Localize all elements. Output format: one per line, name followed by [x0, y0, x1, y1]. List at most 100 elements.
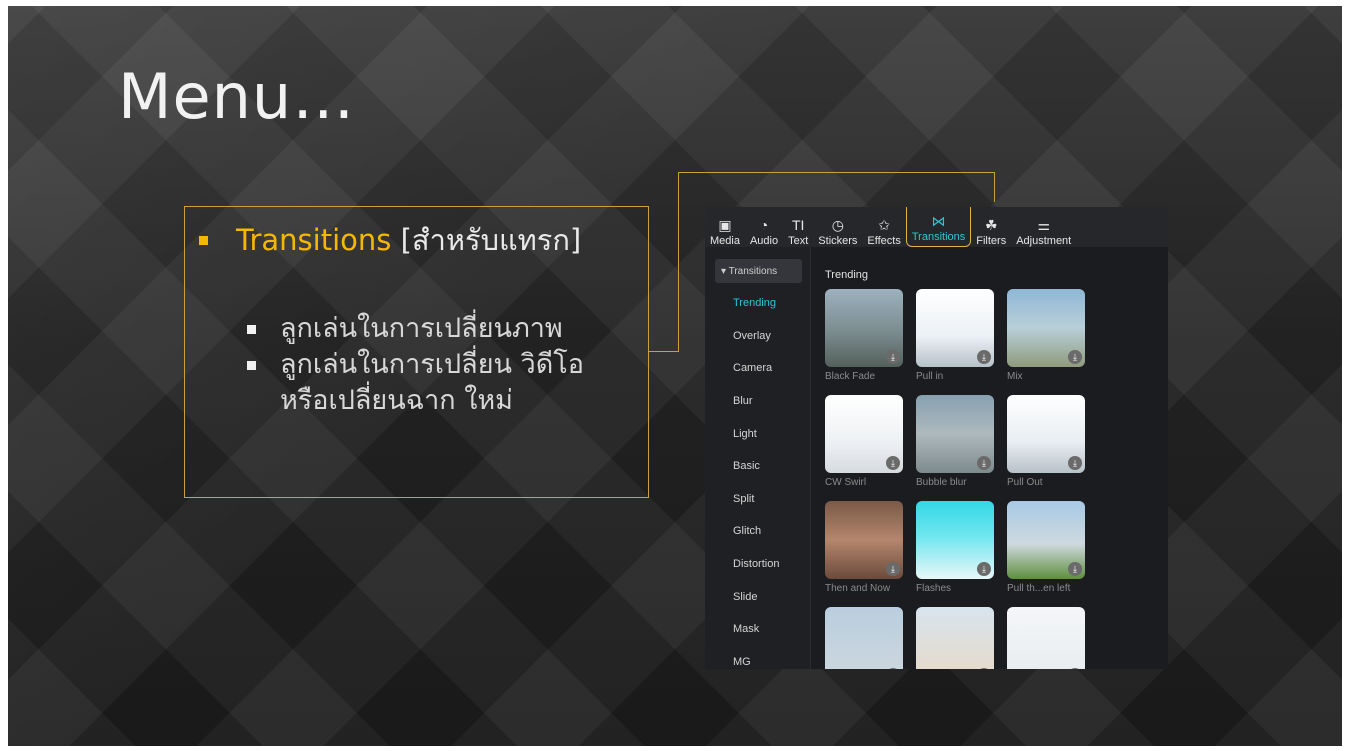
download-icon[interactable]: ⤓	[886, 562, 900, 576]
download-icon[interactable]: ⤓	[1068, 456, 1082, 470]
bullet-square-icon	[199, 235, 208, 245]
transition-caption: CW Swirl	[825, 477, 867, 488]
sidebar-item-mask[interactable]: Mask	[705, 613, 810, 646]
sidebar-item-camera[interactable]: Camera	[705, 352, 810, 385]
tab-label: Text	[788, 235, 809, 247]
transition-thumbnail[interactable]: ⤓	[825, 289, 903, 367]
sidebar-item-basic[interactable]: Basic	[705, 450, 810, 483]
media-icon: ▣	[718, 217, 732, 233]
bullet-square-icon	[247, 361, 256, 370]
sub-bullet-text: ลูกเล่นในการเปลี่ยนภาพ	[280, 313, 563, 344]
transition-caption: Flashes	[916, 583, 952, 594]
download-icon[interactable]: ⤓	[1068, 562, 1082, 576]
tab-media[interactable]: ▣ Media	[705, 209, 745, 247]
sidebar-item-slide[interactable]: Slide	[705, 580, 810, 613]
download-icon[interactable]: ⤓	[1068, 350, 1082, 364]
transition-caption: Pull in	[916, 371, 944, 382]
bullet-highlight: Transitions	[236, 223, 392, 257]
bullet-box: Transitions [สำหรับแทรก] ลูกเล่นในการเปล…	[184, 206, 649, 498]
transition-caption: Pull Out	[1007, 477, 1043, 488]
tab-label: Audio	[749, 235, 779, 247]
download-icon[interactable]: ⤓	[977, 456, 991, 470]
effects-icon: ✩	[878, 217, 890, 233]
sub-bullet-text: ลูกเล่นในการเปลี่ยน วิดีโอ หรือเปลี่ยนฉา…	[280, 349, 584, 416]
audio-icon: ◔	[759, 217, 769, 233]
tab-label: Transitions	[911, 231, 966, 243]
tab-stickers[interactable]: ◷ Stickers	[813, 209, 862, 247]
transition-item[interactable]: ⤓ Bubble blur	[916, 395, 994, 501]
tab-transitions[interactable]: ⋈ Transitions	[905, 207, 972, 247]
download-icon[interactable]: ⤓	[977, 562, 991, 576]
transition-item[interactable]: ⤓	[916, 607, 994, 669]
tab-label: Stickers	[818, 235, 858, 247]
sidebar-item-trending[interactable]: Trending	[705, 287, 810, 320]
filters-icon: ☘	[984, 217, 998, 233]
app-toolbar: ▣ Media ◔ Audio TI Text ◷ Stickers ✩ Effects ⋈ Tran…	[705, 207, 1168, 247]
tab-label: Effects	[867, 235, 901, 247]
sidebar-item-overlay[interactable]: Overlay	[705, 320, 810, 353]
transition-caption: Pull th...en left	[1007, 583, 1071, 594]
transition-item[interactable]: ⤓ CW Swirl	[825, 395, 903, 501]
sidebar-item-mg[interactable]: MG	[705, 646, 810, 669]
tab-text[interactable]: TI Text	[783, 209, 813, 247]
download-icon[interactable]: ⤓	[1068, 668, 1082, 669]
transition-caption: Black Fade	[825, 371, 876, 382]
transition-thumbnail[interactable]: ⤓	[825, 501, 903, 579]
text-icon: TI	[791, 217, 805, 233]
sidebar-item-distortion[interactable]: Distortion	[705, 548, 810, 581]
transition-thumbnail[interactable]: ⤓	[916, 607, 994, 669]
download-icon[interactable]: ⤓	[886, 350, 900, 364]
transition-thumbnail[interactable]: ⤓	[916, 501, 994, 579]
sub-bullet-item: ลูกเล่นในการเปลี่ยนภาพ	[247, 311, 647, 347]
sidebar-header[interactable]: ▾ Transitions	[715, 259, 802, 283]
transition-item[interactable]: ⤓ Mix	[1007, 289, 1085, 395]
bullet-rest: [สำหรับแทรก]	[391, 223, 582, 257]
sidebar-item-blur[interactable]: Blur	[705, 385, 810, 418]
sidebar-item-light[interactable]: Light	[705, 417, 810, 450]
tab-effects[interactable]: ✩ Effects	[862, 209, 905, 247]
transition-item[interactable]: ⤓ Pull Out	[1007, 395, 1085, 501]
transition-caption: Bubble blur	[916, 477, 967, 488]
transition-thumbnail[interactable]: ⤓	[825, 395, 903, 473]
transitions-icon: ⋈	[931, 213, 946, 229]
transition-caption: Mix	[1007, 371, 1023, 382]
transition-thumbnail[interactable]: ⤓	[1007, 501, 1085, 579]
transition-item[interactable]: ⤓	[825, 607, 903, 669]
transition-thumbnail[interactable]: ⤓	[1007, 289, 1085, 367]
transition-caption: Then and Now	[825, 583, 891, 594]
connector-line	[994, 172, 995, 202]
transition-item[interactable]: ⤓ Pull in	[916, 289, 994, 395]
adjustment-icon: ⚌	[1037, 217, 1050, 233]
transition-item[interactable]: ⤓ Pull th...en left	[1007, 501, 1085, 607]
transitions-sidebar: ▾ Transitions Trending Overlay Camera Blur L…	[705, 247, 811, 669]
tab-label: Adjustment	[1016, 235, 1072, 247]
bullet-square-icon	[247, 325, 256, 334]
transition-item[interactable]: ⤓ Then and Now	[825, 501, 903, 607]
transition-thumbnail[interactable]: ⤓	[916, 289, 994, 367]
sidebar-item-glitch[interactable]: Glitch	[705, 515, 810, 548]
tab-audio[interactable]: ◔ Audio	[745, 209, 783, 247]
transition-item[interactable]: ⤓ Black Fade	[825, 289, 903, 395]
stickers-icon: ◷	[831, 217, 844, 233]
main-bullet: Transitions [สำหรับแทรก]	[199, 217, 581, 263]
presentation-slide: Menu… Transitions [สำหรับแทรก] ลูกเล่นใน…	[8, 6, 1342, 746]
tab-adjustment[interactable]: ⚌ Adjustment	[1011, 209, 1076, 247]
transition-thumbnail[interactable]: ⤓	[825, 607, 903, 669]
tab-filters[interactable]: ☘ Filters	[971, 209, 1011, 247]
connector-line	[678, 172, 994, 173]
section-title: Trending	[825, 269, 869, 281]
transition-thumbnail[interactable]: ⤓	[916, 395, 994, 473]
sidebar-item-split[interactable]: Split	[705, 483, 810, 516]
transitions-panel: Trending ⤓ Black Fade ⤓ Pull in ⤓ Mix ⤓ CW Swir…	[811, 247, 1168, 669]
download-icon[interactable]: ⤓	[886, 668, 900, 669]
transition-grid: ⤓ Black Fade ⤓ Pull in ⤓ Mix ⤓ CW Swirl ⤓ Bubble …	[825, 289, 1165, 669]
transition-thumbnail[interactable]: ⤓	[1007, 395, 1085, 473]
transition-item[interactable]: ⤓ Flashes	[916, 501, 994, 607]
transition-item[interactable]: ⤓	[1007, 607, 1085, 669]
download-icon[interactable]: ⤓	[886, 456, 900, 470]
download-icon[interactable]: ⤓	[977, 350, 991, 364]
transition-thumbnail[interactable]: ⤓	[1007, 607, 1085, 669]
download-icon[interactable]: ⤓	[977, 668, 991, 669]
sub-bullet-item: ลูกเล่นในการเปลี่ยน วิดีโอ หรือเปลี่ยนฉา…	[247, 347, 647, 419]
app-screenshot: ▣ Media ◔ Audio TI Text ◷ Stickers ✩ Effects ⋈ Tran…	[705, 207, 1168, 669]
